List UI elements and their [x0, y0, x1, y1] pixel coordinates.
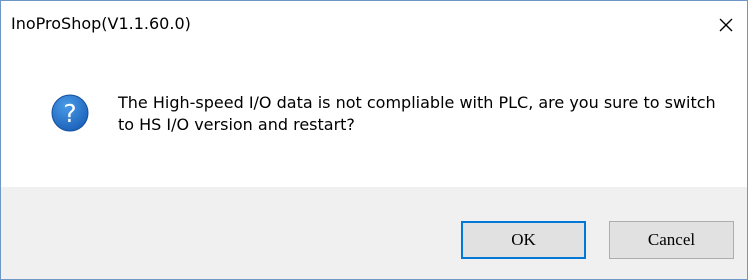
window-title: InoProShop(V1.1.60.0)	[11, 14, 191, 33]
ok-button[interactable]: OK	[461, 221, 586, 259]
message-text: The High-speed I/O data is not compliabl…	[118, 93, 716, 134]
message-dialog: InoProShop(V1.1.60.0) ? The High-speed I…	[0, 0, 748, 280]
cancel-button[interactable]: Cancel	[609, 221, 734, 259]
title-bar: InoProShop(V1.1.60.0)	[1, 1, 747, 49]
dialog-content: ? The High-speed I/O data is not complia…	[1, 49, 747, 187]
close-button[interactable]	[709, 9, 743, 41]
svg-text:?: ?	[63, 99, 76, 128]
button-bar: OK Cancel	[1, 187, 747, 279]
question-icon: ?	[51, 94, 89, 132]
close-icon	[719, 18, 733, 32]
